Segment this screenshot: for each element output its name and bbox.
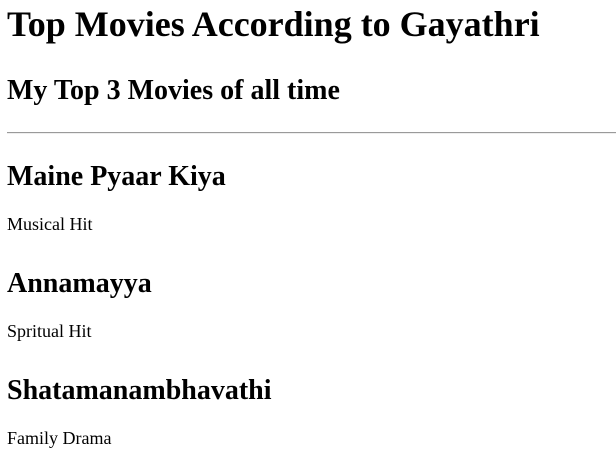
movie-title: Maine Pyaar Kiya bbox=[7, 161, 226, 192]
movie-description: Musical Hit bbox=[7, 214, 93, 234]
movie-item: Annamayya Spritual Hit bbox=[7, 267, 152, 342]
movie-item: Maine Pyaar Kiya Musical Hit bbox=[7, 160, 226, 235]
page-subtitle: My Top 3 Movies of all time bbox=[7, 75, 340, 106]
movie-item: Shatamanambhavathi Family Drama bbox=[7, 374, 272, 449]
page: Top Movies According to Gayathri My Top … bbox=[0, 0, 616, 448]
movie-title: Annamayya bbox=[7, 268, 152, 299]
movie-description: Spritual Hit bbox=[7, 321, 92, 341]
page-title: Top Movies According to Gayathri bbox=[7, 4, 540, 44]
divider bbox=[7, 132, 616, 134]
movie-description: Family Drama bbox=[7, 428, 112, 448]
movie-title: Shatamanambhavathi bbox=[7, 375, 272, 406]
